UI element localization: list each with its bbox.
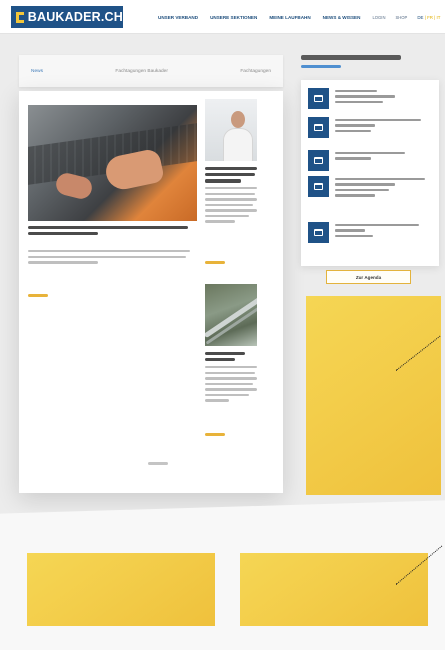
title-line (205, 352, 245, 356)
text-line (28, 255, 186, 258)
text-line (205, 214, 249, 218)
events-title (301, 55, 401, 60)
cable-graphic (205, 306, 257, 345)
tab-fachtagungen-baukader[interactable]: Fachtagungen Baukader (115, 69, 168, 74)
lang-it[interactable]: IT (437, 15, 441, 20)
text-line (205, 382, 253, 386)
calendar-icon (308, 176, 329, 197)
article-image-portrait[interactable] (205, 99, 257, 161)
article-image-cable[interactable] (205, 284, 257, 346)
load-more-link[interactable] (148, 462, 168, 465)
event-item[interactable] (308, 176, 434, 200)
shop-link[interactable]: Shop (395, 15, 407, 20)
article-excerpt-cable (205, 366, 259, 405)
nav-meine-laufbahn[interactable]: Meine Laufbahn (269, 15, 310, 20)
text-line (28, 261, 98, 264)
lang-fr[interactable]: FR (427, 15, 433, 20)
title-line (205, 179, 241, 183)
ad-banner-side[interactable] (306, 296, 441, 495)
person-graphic (231, 111, 245, 128)
text-line (205, 187, 257, 190)
article-title-portrait[interactable] (205, 167, 259, 186)
read-more-link[interactable] (205, 433, 225, 436)
ad-banner-left[interactable] (27, 553, 215, 626)
text-line (205, 399, 229, 402)
text-line (205, 198, 257, 201)
article-excerpt-main (28, 250, 193, 267)
nav-news-wissen[interactable]: News & Wissen (323, 15, 361, 20)
events-list (301, 80, 439, 266)
event-item[interactable] (308, 150, 434, 171)
tab-fachtagungen[interactable]: Fachtagungen (240, 69, 271, 74)
text-line (205, 209, 257, 212)
calendar-icon (308, 222, 329, 243)
title-line (205, 167, 257, 171)
event-item[interactable] (308, 88, 434, 109)
lang-sep: | (424, 15, 426, 20)
agenda-button[interactable]: Zur Agenda (326, 270, 411, 284)
logo-icon (16, 11, 26, 23)
person-graphic (223, 128, 253, 161)
events-link[interactable] (301, 65, 341, 68)
calendar-icon (308, 150, 329, 171)
title-line (28, 226, 188, 230)
article-image-laptop[interactable] (28, 105, 197, 221)
site-logo[interactable]: BAUKADER.CH (11, 6, 123, 28)
read-more-link[interactable] (28, 294, 48, 297)
nav-unser-verband[interactable]: Unser Verband (158, 15, 198, 20)
main-nav: Unser Verband Unsere Sektionen Meine Lau… (158, 15, 440, 20)
nav-unsere-sektionen[interactable]: Unsere Sektionen (210, 15, 257, 20)
text-line (205, 220, 235, 223)
calendar-icon (308, 117, 329, 138)
lang-de[interactable]: DE (417, 15, 423, 20)
text-line (205, 192, 255, 195)
title-line (28, 232, 98, 236)
events-heading (301, 55, 441, 68)
ad-banner-right[interactable] (240, 553, 428, 626)
site-header: BAUKADER.CH Unser Verband Unsere Sektion… (0, 0, 445, 34)
lang-sep: | (434, 15, 436, 20)
title-line (205, 173, 255, 177)
text-line (205, 388, 257, 391)
title-line (205, 358, 235, 362)
tab-news[interactable]: News (31, 69, 43, 74)
login-link[interactable]: Login (372, 15, 385, 20)
logo-text: BAUKADER.CH (27, 10, 123, 24)
text-line (205, 366, 257, 369)
article-title-cable[interactable] (205, 352, 259, 364)
text-line (28, 250, 190, 253)
text-line (205, 371, 255, 374)
text-line (205, 203, 253, 207)
article-title-main[interactable] (28, 226, 193, 238)
news-tabs: News Fachtagungen Baukader Fachtagungen (19, 55, 283, 87)
cable-graphic (205, 294, 257, 339)
calendar-icon (308, 88, 329, 109)
read-more-link[interactable] (205, 261, 225, 264)
event-item[interactable] (308, 117, 434, 138)
text-line (205, 377, 257, 380)
event-item[interactable] (308, 222, 434, 243)
news-feed (19, 91, 283, 493)
article-excerpt-portrait (205, 187, 259, 226)
language-switch: DE | FR | IT (417, 15, 440, 20)
text-line (205, 393, 249, 397)
